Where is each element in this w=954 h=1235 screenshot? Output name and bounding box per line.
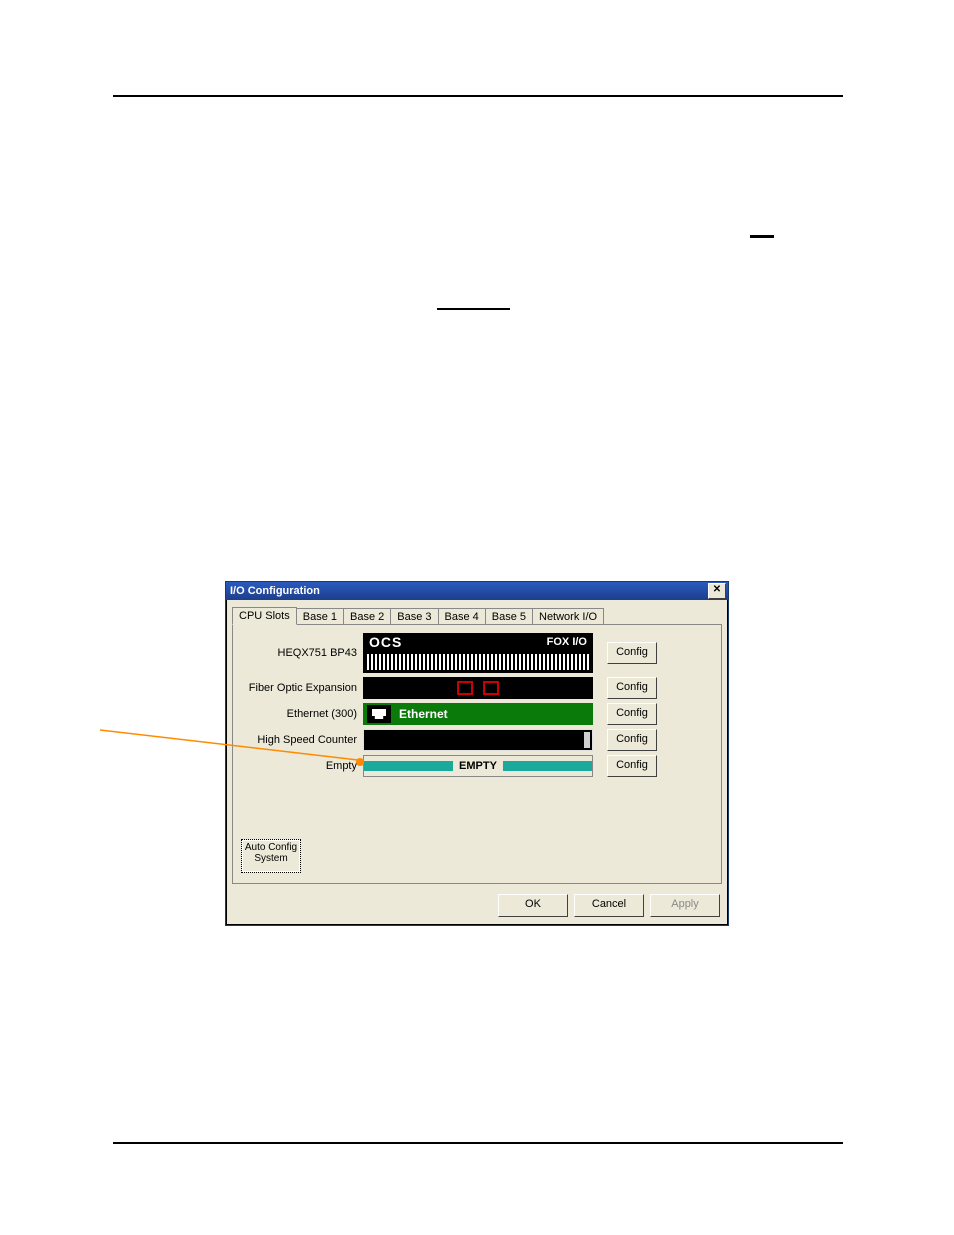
config-button-1[interactable]: Config <box>607 677 657 699</box>
apply-button[interactable]: Apply <box>650 894 720 917</box>
button-label: Config <box>616 733 648 745</box>
button-label: Auto Config System <box>245 842 297 864</box>
button-label: Config <box>616 707 648 719</box>
fiber-graphic <box>363 677 593 699</box>
tab-label: Base 3 <box>397 611 431 623</box>
tab-base-2[interactable]: Base 2 <box>343 608 391 625</box>
ethernet-port-icon <box>367 705 391 723</box>
fiber-port-icon <box>483 681 499 695</box>
slot-row-0: HEQX751 BP43 OCS FOX I/O Config <box>239 633 715 673</box>
fox-io-text: FOX I/O <box>547 636 587 648</box>
slot-row-1: Fiber Optic Expansion Config <box>239 677 715 699</box>
ocs-text: OCS <box>369 634 402 650</box>
page-rule-top <box>113 95 843 97</box>
empty-graphic: EMPTY <box>363 755 593 777</box>
tab-label: Network I/O <box>539 611 597 623</box>
button-label: Config <box>616 759 648 771</box>
titlebar: I/O Configuration ✕ <box>226 582 728 600</box>
barcode-icon <box>367 654 589 670</box>
slot-label: HEQX751 BP43 <box>239 647 363 659</box>
page-dash-underline <box>437 308 510 310</box>
slot-ocs[interactable]: OCS FOX I/O <box>363 633 593 673</box>
ocs-graphic: OCS FOX I/O <box>363 633 593 673</box>
callout-arrow <box>100 730 370 770</box>
callout-arrowhead-icon <box>356 758 364 766</box>
tab-network-io[interactable]: Network I/O <box>532 608 604 625</box>
button-label: OK <box>525 898 541 910</box>
page-rule-bottom <box>113 1142 843 1144</box>
tab-label: Base 5 <box>492 611 526 623</box>
slot-ethernet[interactable]: Ethernet <box>363 703 593 725</box>
dialog-button-bar: OK Cancel Apply <box>226 890 728 925</box>
slot-hsc[interactable] <box>363 729 593 751</box>
auto-config-system-button[interactable]: Auto Config System <box>241 839 301 873</box>
hsc-graphic <box>363 729 593 751</box>
page-dash-small <box>750 235 774 238</box>
slot-fiber[interactable] <box>363 677 593 699</box>
slot-empty[interactable]: EMPTY <box>363 755 593 777</box>
button-label: Config <box>616 646 648 658</box>
tab-base-1[interactable]: Base 1 <box>296 608 344 625</box>
tab-base-3[interactable]: Base 3 <box>390 608 438 625</box>
slot-label: Ethernet (300) <box>239 708 363 720</box>
dialog-title: I/O Configuration <box>230 585 708 597</box>
config-button-4[interactable]: Config <box>607 755 657 777</box>
ethernet-text: Ethernet <box>399 707 448 721</box>
config-button-0[interactable]: Config <box>607 642 657 664</box>
tab-label: CPU Slots <box>239 610 290 622</box>
fiber-port-icon <box>457 681 473 695</box>
empty-bar-icon <box>364 761 453 771</box>
tab-label: Base 4 <box>445 611 479 623</box>
tab-base-4[interactable]: Base 4 <box>438 608 486 625</box>
tab-cpu-slots[interactable]: CPU Slots <box>232 607 297 625</box>
button-label: Apply <box>671 898 699 910</box>
tab-strip: CPU Slots Base 1 Base 2 Base 3 Base 4 Ba… <box>232 606 722 624</box>
ok-button[interactable]: OK <box>498 894 568 917</box>
slot-label: Fiber Optic Expansion <box>239 682 363 694</box>
ethernet-graphic: Ethernet <box>363 703 593 725</box>
close-icon: ✕ <box>713 584 721 595</box>
button-label: Cancel <box>592 898 626 910</box>
tab-label: Base 1 <box>303 611 337 623</box>
empty-text: EMPTY <box>453 760 503 772</box>
button-label: Config <box>616 681 648 693</box>
tab-label: Base 2 <box>350 611 384 623</box>
tab-base-5[interactable]: Base 5 <box>485 608 533 625</box>
empty-bar-icon <box>503 761 592 771</box>
close-button[interactable]: ✕ <box>708 583 726 599</box>
config-button-3[interactable]: Config <box>607 729 657 751</box>
slot-row-2: Ethernet (300) Ethernet Config <box>239 703 715 725</box>
config-button-2[interactable]: Config <box>607 703 657 725</box>
cancel-button[interactable]: Cancel <box>574 894 644 917</box>
